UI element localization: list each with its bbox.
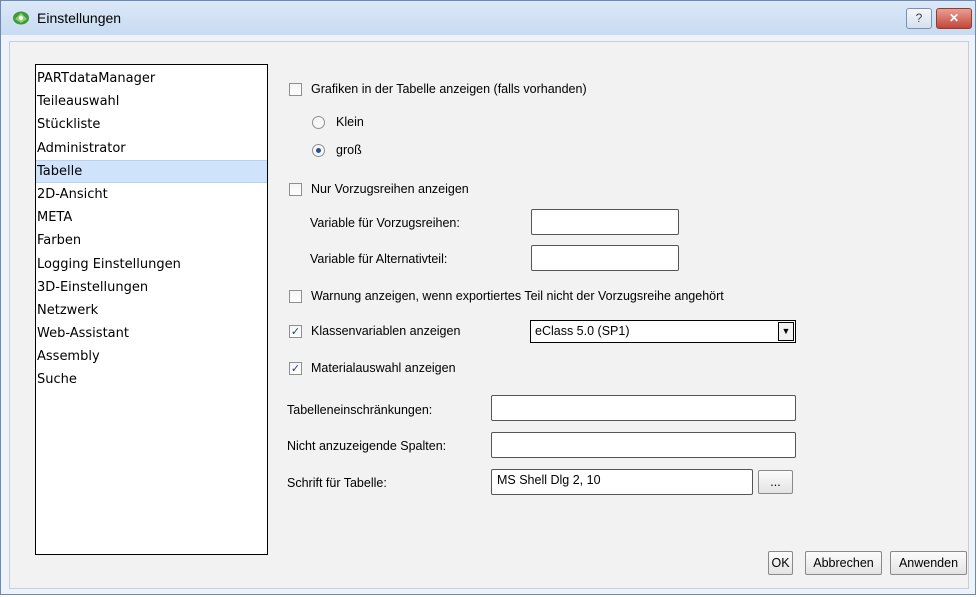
table-font-row: Schrift für Tabelle:	[287, 476, 387, 490]
table-restrictions-label: Tabelleneinschränkungen:	[287, 403, 433, 417]
sidebar-item-2d-ansicht[interactable]: 2D-Ansicht	[36, 183, 267, 206]
dialog-client-area: PARTdataManager Teileauswahl Stückliste …	[9, 41, 969, 589]
warning-label: Warnung anzeigen, wenn exportiertes Teil…	[311, 289, 724, 303]
ok-button[interactable]: OK	[768, 551, 793, 575]
sidebar-item-farben[interactable]: Farben	[36, 229, 267, 252]
app-icon	[13, 11, 29, 25]
warning-option[interactable]: Warnung anzeigen, wenn exportiertes Teil…	[289, 289, 724, 303]
window-title: Einstellungen	[37, 10, 122, 26]
preferred-only-label: Nur Vorzugsreihen anzeigen	[311, 182, 469, 196]
warning-checkbox[interactable]	[289, 289, 302, 303]
sidebar-item-3d-einstellungen[interactable]: 3D-Einstellungen	[36, 276, 267, 299]
settings-dialog: Einstellungen ? ✕ PARTdataManager Teilea…	[0, 0, 976, 595]
size-small-option[interactable]: Klein	[312, 115, 364, 129]
category-list[interactable]: PARTdataManager Teileauswahl Stückliste …	[35, 64, 268, 555]
material-label: Materialauswahl anzeigen	[311, 361, 456, 375]
hidden-columns-label: Nicht anzuzeigende Spalten:	[287, 439, 447, 453]
help-button[interactable]: ?	[906, 8, 932, 29]
table-restrictions-row: Tabelleneinschränkungen:	[287, 403, 432, 417]
sidebar-item-logging[interactable]: Logging Einstellungen	[36, 253, 267, 276]
material-option[interactable]: ✓ Materialauswahl anzeigen	[289, 361, 456, 375]
hidden-columns-input[interactable]	[491, 432, 796, 458]
table-restrictions-input[interactable]	[491, 395, 796, 421]
table-font-browse-button[interactable]: ...	[758, 470, 793, 494]
close-button[interactable]: ✕	[936, 8, 972, 29]
preferred-only-option[interactable]: Nur Vorzugsreihen anzeigen	[289, 182, 469, 196]
hidden-columns-row: Nicht anzuzeigende Spalten:	[287, 439, 446, 453]
class-vars-value: eClass 5.0 (SP1)	[535, 324, 630, 338]
show-graphics-checkbox[interactable]	[289, 82, 302, 96]
class-vars-label: Klassenvariablen anzeigen	[311, 324, 461, 338]
sidebar-item-suche[interactable]: Suche	[36, 368, 267, 391]
sidebar-item-partdatamanager[interactable]: PARTdataManager	[36, 67, 267, 90]
size-large-label: groß	[336, 143, 362, 157]
sidebar-item-web-assistant[interactable]: Web-Assistant	[36, 322, 267, 345]
table-font-label: Schrift für Tabelle:	[287, 476, 387, 490]
chevron-down-icon[interactable]: ▼	[778, 322, 794, 341]
apply-button[interactable]: Anwenden	[890, 551, 967, 575]
var-alternative-label: Variable für Alternativteil:	[310, 252, 448, 266]
var-alternative-input[interactable]	[531, 245, 679, 271]
class-vars-option[interactable]: ✓ Klassenvariablen anzeigen	[289, 324, 460, 338]
size-small-label: Klein	[336, 115, 364, 129]
material-checkbox[interactable]: ✓	[289, 361, 302, 375]
show-graphics-option[interactable]: Grafiken in der Tabelle anzeigen (falls …	[289, 82, 587, 96]
sidebar-item-meta[interactable]: META	[36, 206, 267, 229]
show-graphics-label: Grafiken in der Tabelle anzeigen (falls …	[311, 82, 587, 96]
size-large-option[interactable]: groß	[312, 143, 362, 157]
size-large-radio[interactable]	[312, 143, 325, 157]
var-preferred-input[interactable]	[531, 209, 679, 235]
sidebar-item-tabelle[interactable]: Tabelle	[36, 159, 267, 183]
var-alternative-row: Variable für Alternativteil:	[310, 252, 447, 266]
var-preferred-row: Variable für Vorzugsreihen:	[310, 216, 460, 230]
sidebar-item-stueckliste[interactable]: Stückliste	[36, 113, 267, 136]
radio-selected-dot	[316, 147, 321, 153]
class-vars-select[interactable]: eClass 5.0 (SP1) ▼	[530, 320, 796, 343]
cancel-button[interactable]: Abbrechen	[805, 551, 882, 575]
sidebar-item-netzwerk[interactable]: Netzwerk	[36, 299, 267, 322]
sidebar-item-assembly[interactable]: Assembly	[36, 345, 267, 368]
preferred-only-checkbox[interactable]	[289, 182, 302, 196]
title-bar[interactable]: Einstellungen ? ✕	[1, 1, 975, 35]
size-small-radio[interactable]	[312, 115, 325, 129]
var-preferred-label: Variable für Vorzugsreihen:	[310, 216, 460, 230]
sidebar-item-administrator[interactable]: Administrator	[36, 137, 267, 160]
sidebar-item-teileauswahl[interactable]: Teileauswahl	[36, 90, 267, 113]
table-font-input[interactable]: MS Shell Dlg 2, 10	[491, 469, 753, 495]
class-vars-checkbox[interactable]: ✓	[289, 324, 302, 338]
